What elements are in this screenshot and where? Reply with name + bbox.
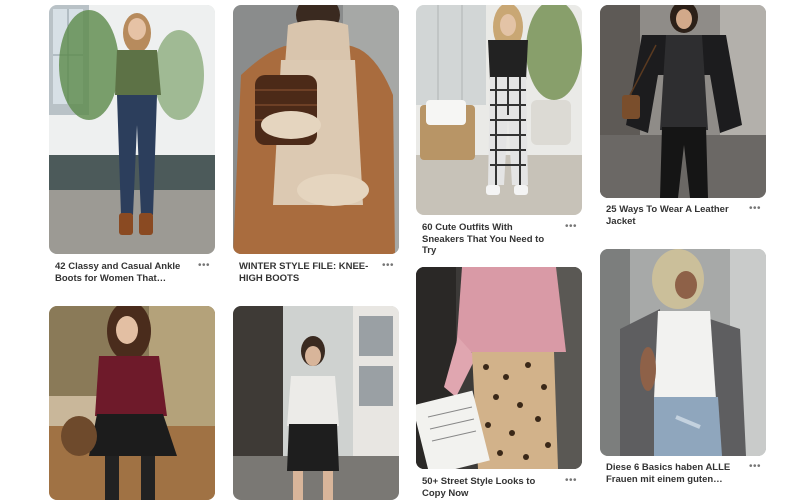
pin-image[interactable] <box>49 306 215 500</box>
pin-caption[interactable]: 42 Classy and Casual Ankle Boots for Wom… <box>55 261 187 284</box>
more-icon[interactable]: ••• <box>381 261 395 272</box>
pin-image[interactable] <box>233 5 399 254</box>
pin-card[interactable]: 25 Ways To Wear A Leather Jacket ••• <box>600 5 766 240</box>
pin-image[interactable] <box>416 267 582 469</box>
pin-card[interactable]: 42 Classy and Casual Ankle Boots for Wom… <box>49 5 215 295</box>
pin-image[interactable] <box>49 5 215 254</box>
pin-image[interactable] <box>416 5 582 215</box>
pin-caption[interactable]: 60 Cute Outfits With Sneakers That You N… <box>422 222 554 257</box>
more-icon[interactable]: ••• <box>748 462 762 473</box>
more-icon[interactable]: ••• <box>564 222 578 233</box>
pin-caption[interactable]: WINTER STYLE FILE: KNEE-HIGH BOOTS <box>239 261 371 284</box>
pin-caption[interactable]: Diese 6 Basics haben ALLE Frauen mit ein… <box>606 462 738 485</box>
pin-card[interactable]: 60 Cute Outfits With Sneakers That You N… <box>416 5 582 257</box>
pin-caption[interactable]: 25 Ways To Wear A Leather Jacket <box>606 204 738 227</box>
pin-card[interactable] <box>49 306 215 500</box>
pin-card[interactable]: Diese 6 Basics haben ALLE Frauen mit ein… <box>600 249 766 500</box>
pin-card[interactable] <box>233 306 399 500</box>
pin-image[interactable] <box>600 5 766 198</box>
pin-image[interactable] <box>233 306 399 500</box>
pin-card[interactable]: 50+ Street Style Looks to Copy Now ••• <box>416 267 582 500</box>
more-icon[interactable]: ••• <box>748 204 762 215</box>
pin-card[interactable]: WINTER STYLE FILE: KNEE-HIGH BOOTS ••• <box>233 5 399 295</box>
more-icon[interactable]: ••• <box>197 261 211 272</box>
pin-caption[interactable]: 50+ Street Style Looks to Copy Now <box>422 476 554 499</box>
pin-image[interactable] <box>600 249 766 456</box>
more-icon[interactable]: ••• <box>564 476 578 487</box>
